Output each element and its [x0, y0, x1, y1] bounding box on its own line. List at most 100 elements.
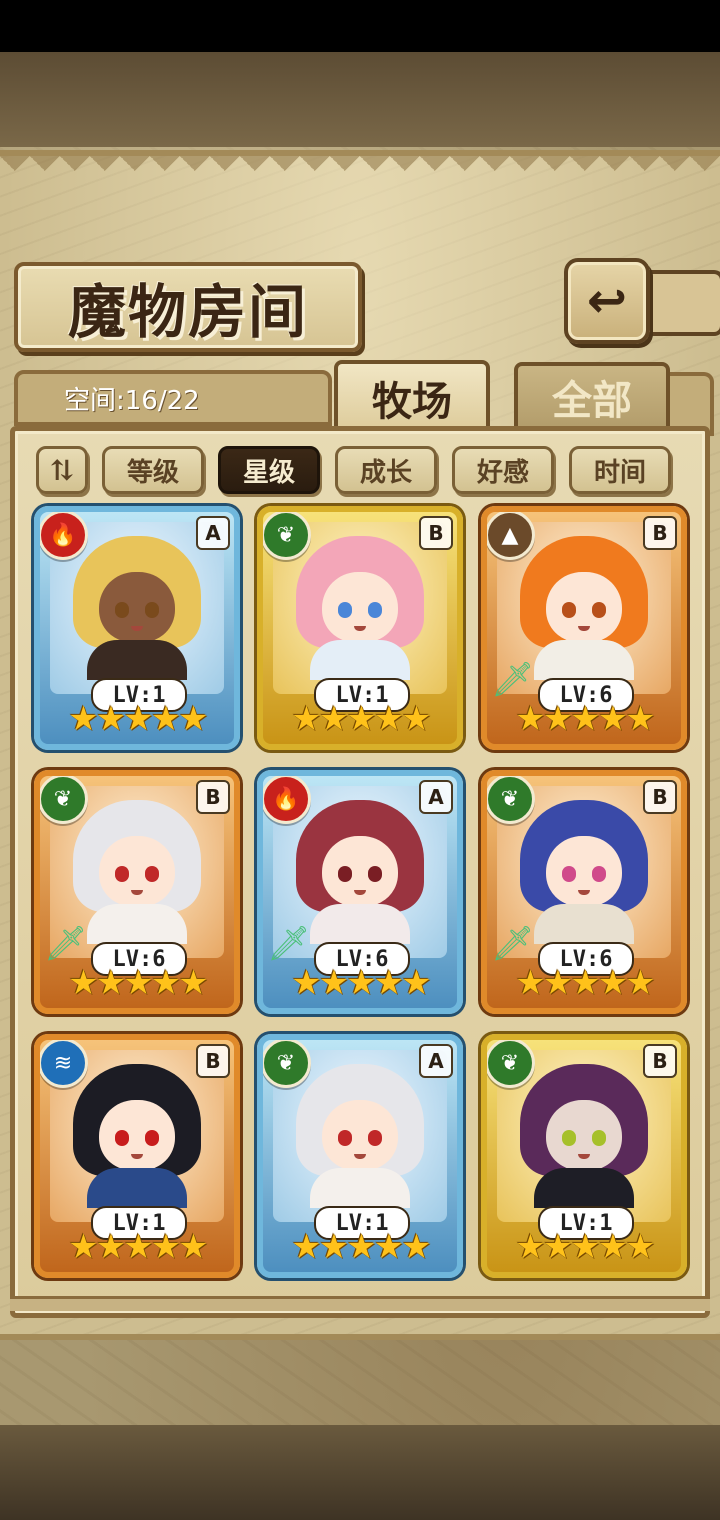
portrait-face [546, 1100, 622, 1170]
monster-card[interactable]: ❦ B LV:1 ★ ★ ★ ★ ★ [481, 1034, 687, 1278]
rank-badge: B [419, 516, 453, 550]
tab-ranch-label: 牧场 [372, 378, 452, 425]
portrait-face [546, 836, 622, 906]
sort-order-icon: ⇅ [50, 453, 74, 487]
portrait-eye [145, 602, 159, 618]
star-icon: ★ [401, 1227, 432, 1267]
back-button-tail [642, 270, 720, 336]
monster-card[interactable]: ❦ B 🗡 LV:6 ★★★★★ [34, 770, 240, 1014]
star-rating: ★ ★ ★ ★ ★ [269, 699, 451, 739]
portrait-face [99, 1100, 175, 1170]
star-icon: ★ [597, 699, 629, 739]
star-icon: ★ [515, 1227, 546, 1267]
star-icon: ★ [401, 699, 432, 739]
monster-card[interactable]: ❦ B LV:1 ★ ★ ★ ★ ★ [257, 506, 463, 750]
portrait-face [99, 572, 175, 642]
monster-card[interactable]: ≋ B LV:1 ★ ★ ★ ★ ★ [34, 1034, 240, 1278]
star-icon: ★ [150, 699, 182, 739]
portrait-eye [562, 602, 576, 618]
star-icon: ★ [570, 699, 601, 739]
star-icon: ★ [291, 699, 322, 739]
monster-card[interactable]: 🔥 A 🗡 LV:6 ★★★★★ [257, 770, 463, 1014]
portrait-mouth [354, 890, 366, 895]
panel-bottom-rule [10, 1296, 710, 1311]
star-icon: ★ [401, 963, 432, 1003]
element-fire-icon: 🔥 [40, 512, 88, 560]
star-icon: ★ [68, 1227, 99, 1267]
element-leaf-icon: ❦ [263, 512, 311, 560]
tab-all-label: 全部 [552, 377, 632, 424]
rank-badge: B [643, 780, 677, 814]
portrait-eye [115, 866, 129, 882]
page-title: 魔物房间 [67, 278, 308, 346]
monster-portrait [73, 1064, 201, 1208]
back-arrow-icon: ↩ [586, 273, 628, 329]
sort-growth-button[interactable]: 成长 [335, 446, 437, 494]
sort-growth-label: 成长 [359, 457, 412, 488]
back-button[interactable]: ↩ [564, 258, 650, 344]
star-icon: ★ [95, 1227, 127, 1267]
star-icon: ★ [318, 1227, 350, 1267]
monster-card[interactable]: ▲ B 🗡 LV:6 ★★★★★ [481, 506, 687, 750]
rank-badge: B [643, 1044, 677, 1078]
portrait-body [87, 640, 187, 680]
portrait-body [310, 904, 410, 944]
portrait-body [534, 904, 634, 944]
star-icon: ★ [570, 963, 601, 1003]
element-leaf-icon: ❦ [487, 776, 535, 824]
star-icon: ★ [542, 963, 574, 1003]
star-icon: ★ [291, 963, 322, 1003]
map-strip-top [0, 52, 720, 147]
monster-portrait [520, 800, 648, 944]
rank-badge: A [419, 1044, 453, 1078]
portrait-eye [145, 1130, 159, 1146]
element-water-icon: ≋ [40, 1040, 88, 1088]
tab-all[interactable]: 全部 [514, 362, 670, 428]
map-strip-bottom [0, 1425, 720, 1520]
sort-level-button[interactable]: 等级 [102, 446, 204, 494]
portrait-mouth [354, 1154, 366, 1159]
star-icon: ★ [123, 963, 154, 1003]
sort-bar: ⇅ 等级 星级 成长 好感 时间 [0, 446, 720, 496]
star-icon: ★ [318, 699, 350, 739]
star-icon: ★ [625, 1227, 656, 1267]
portrait-eye [562, 1130, 576, 1146]
portrait-eye [145, 866, 159, 882]
tab-ranch[interactable]: 牧场 [334, 360, 490, 432]
star-icon: ★ [597, 1227, 629, 1267]
portrait-face [546, 572, 622, 642]
sort-time-button[interactable]: 时间 [569, 446, 671, 494]
monster-card[interactable]: 🔥 A LV:1 ★ ★ ★ ★ ★ [34, 506, 240, 750]
star-icon: ★ [346, 963, 377, 1003]
star-rating: ★ ★ ★ ★ ★ [46, 963, 228, 1003]
star-rating: ★ ★ ★ ★ ★ [493, 699, 675, 739]
portrait-body [534, 1168, 634, 1208]
monster-portrait [73, 536, 201, 680]
portrait-mouth [578, 626, 590, 631]
star-icon: ★ [597, 963, 629, 1003]
star-icon: ★ [346, 1227, 377, 1267]
sort-affection-button[interactable]: 好感 [452, 446, 554, 494]
monster-portrait [520, 1064, 648, 1208]
star-rating: ★ ★ ★ ★ ★ [269, 1227, 451, 1267]
star-rating: ★ ★ ★ ★ ★ [46, 1227, 228, 1267]
star-icon: ★ [178, 699, 209, 739]
monster-card[interactable]: ❦ B 🗡 LV:6 ★★★★★ [481, 770, 687, 1014]
sort-time-label: 时间 [593, 457, 646, 488]
monster-card[interactable]: ❦ A LV:1 ★ ★ ★ ★ ★ [257, 1034, 463, 1278]
star-icon: ★ [291, 1227, 322, 1267]
portrait-face [99, 836, 175, 906]
star-icon: ★ [150, 1227, 182, 1267]
portrait-mouth [578, 890, 590, 895]
sort-level-label: 等级 [126, 457, 179, 488]
element-leaf-icon: ❦ [487, 1040, 535, 1088]
portrait-eye [368, 866, 382, 882]
sort-order-toggle[interactable]: ⇅ [36, 446, 88, 494]
star-rating: ★ ★ ★ ★ ★ [493, 963, 675, 1003]
sort-affection-label: 好感 [476, 457, 529, 488]
sort-star-button[interactable]: 星级 [218, 446, 320, 494]
star-icon: ★ [542, 1227, 574, 1267]
star-icon: ★ [95, 963, 127, 1003]
star-icon: ★ [123, 1227, 154, 1267]
portrait-mouth [131, 1154, 143, 1159]
